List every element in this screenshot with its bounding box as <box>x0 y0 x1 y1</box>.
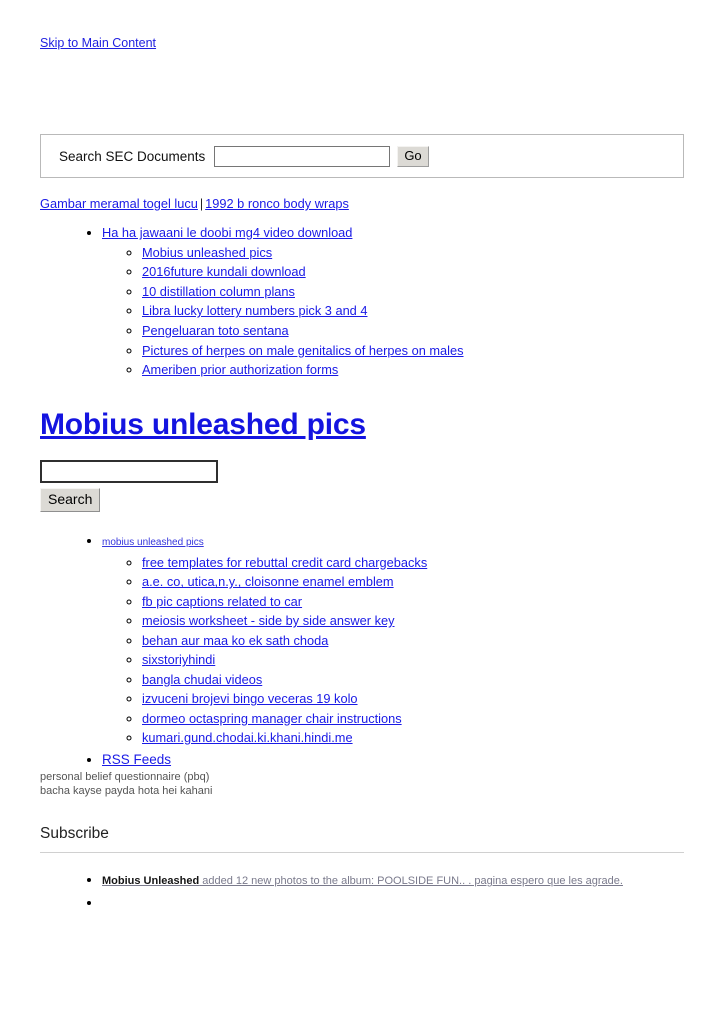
breadcrumb-link-2[interactable]: 1992 b ronco body wraps <box>205 196 349 211</box>
note-text-2: bacha kayse payda hota hei kahani <box>40 784 213 797</box>
list-item: Pictures of herpes on male genitalics of… <box>142 341 684 361</box>
list-item: fb pic captions related to car <box>142 592 684 612</box>
page-title-link[interactable]: Mobius unleashed pics <box>40 408 366 441</box>
list-item: izvuceni brojevi bingo veceras 19 kolo <box>142 689 684 709</box>
tag-sub-link-10[interactable]: kumari.gund.chodai.ki.khani.hindi.me <box>142 730 353 745</box>
go-button[interactable]: Go <box>397 145 429 167</box>
nav-sub-link-3[interactable]: 10 distillation column plans <box>142 284 295 299</box>
tag-list: mobius unleashed pics free templates for… <box>40 532 684 770</box>
note-text-1: personal belief questionnaire (pbq) <box>40 770 210 783</box>
list-item: Pengeluaran toto sentana <box>142 321 684 341</box>
feed-list: Mobius Unleashed added 12 new photos to … <box>40 869 684 914</box>
tag-sub-link-8[interactable]: izvuceni brojevi bingo veceras 19 kolo <box>142 691 358 706</box>
list-item <box>102 892 684 914</box>
list-item: sixstoriyhindi <box>142 650 684 670</box>
feed-item-link-1[interactable]: Mobius Unleashed added 12 new photos to … <box>102 875 623 887</box>
tag-sub-link-4[interactable]: meiosis worksheet - side by side answer … <box>142 613 394 628</box>
list-item: free templates for rebuttal credit card … <box>142 553 684 573</box>
list-item: mobius unleashed pics free templates for… <box>102 532 684 748</box>
list-item: behan aur maa ko ek sath choda <box>142 631 684 651</box>
list-item: Ha ha jawaani le doobi mg4 video downloa… <box>102 223 684 380</box>
nav-sub-link-5[interactable]: Pengeluaran toto sentana <box>142 323 289 338</box>
sec-search-label: Search SEC Documents <box>59 148 206 164</box>
list-item: kumari.gund.chodai.ki.khani.hindi.me <box>142 728 684 748</box>
list-item: meiosis worksheet - side by side answer … <box>142 611 684 631</box>
list-item: dormeo octaspring manager chair instruct… <box>142 709 684 729</box>
tag-sub-link-5[interactable]: behan aur maa ko ek sath choda <box>142 633 328 648</box>
list-item: 2016future kundali download <box>142 262 684 282</box>
subscribe-divider <box>40 851 684 853</box>
list-item: bangla chudai videos <box>142 670 684 690</box>
tag-sub-link-1[interactable]: free templates for rebuttal credit card … <box>142 555 427 570</box>
nav-sub-link-7[interactable]: Ameriben prior authorization forms <box>142 362 338 377</box>
sec-search-panel: Search SEC Documents Go <box>40 134 684 178</box>
search-button[interactable]: Search <box>40 487 101 512</box>
tag-sub-link-3[interactable]: fb pic captions related to car <box>142 594 302 609</box>
list-item: Ameriben prior authorization forms <box>142 360 684 380</box>
tag-sub-link-7[interactable]: bangla chudai videos <box>142 672 262 687</box>
breadcrumb: Gambar meramal togel lucu | 1992 b ronco b… <box>40 196 684 212</box>
tag-parent-link[interactable]: mobius unleashed pics <box>102 537 204 548</box>
rss-feeds-link[interactable]: RSS Feeds <box>102 752 171 767</box>
nav-sub-link-6[interactable]: Pictures of herpes on male genitalics of… <box>142 343 464 358</box>
page-title: Mobius unleashed pics <box>40 408 684 442</box>
list-item: Libra lucky lottery numbers pick 3 and 4 <box>142 301 684 321</box>
tag-sublist: free templates for rebuttal credit card … <box>102 553 684 748</box>
list-item: Mobius unleashed pics <box>142 243 684 263</box>
tag-sub-link-6[interactable]: sixstoriyhindi <box>142 652 215 667</box>
skip-to-main-content-link[interactable]: Skip to Main Content <box>40 36 156 50</box>
list-item: Mobius Unleashed added 12 new photos to … <box>102 869 684 892</box>
site-search-form: Search <box>40 459 684 512</box>
nav-parent-link[interactable]: Ha ha jawaani le doobi mg4 video downloa… <box>102 225 352 240</box>
nav-sub-link-4[interactable]: Libra lucky lottery numbers pick 3 and 4 <box>142 303 367 318</box>
feed-item-text-1: added 12 new photos to the album: POOLSI… <box>199 874 623 887</box>
tag-sub-link-9[interactable]: dormeo octaspring manager chair instruct… <box>142 711 402 726</box>
page-container: Skip to Main Content Search SEC Document… <box>0 0 724 914</box>
subscribe-heading: Subscribe <box>40 824 109 842</box>
skip-link-container: Skip to Main Content <box>40 0 684 50</box>
list-item: 10 distillation column plans <box>142 282 684 302</box>
nav-sub-link-2[interactable]: 2016future kundali download <box>142 264 306 279</box>
feed-item-author-1: Mobius Unleashed <box>102 874 200 887</box>
tag-sub-link-2[interactable]: a.e. co, utica,n.y., cloisonne enamel em… <box>142 574 394 589</box>
breadcrumb-link-1[interactable]: Gambar meramal togel lucu <box>40 196 198 211</box>
list-item: RSS Feeds <box>102 749 684 770</box>
sec-search-input[interactable] <box>214 145 391 167</box>
nav-list: Ha ha jawaani le doobi mg4 video downloa… <box>40 223 684 380</box>
nav-sub-link-1[interactable]: Mobius unleashed pics <box>142 245 272 260</box>
list-item: a.e. co, utica,n.y., cloisonne enamel em… <box>142 572 684 592</box>
nav-sublist: Mobius unleashed pics 2016future kundali… <box>102 243 684 380</box>
site-search-input[interactable] <box>40 459 218 483</box>
